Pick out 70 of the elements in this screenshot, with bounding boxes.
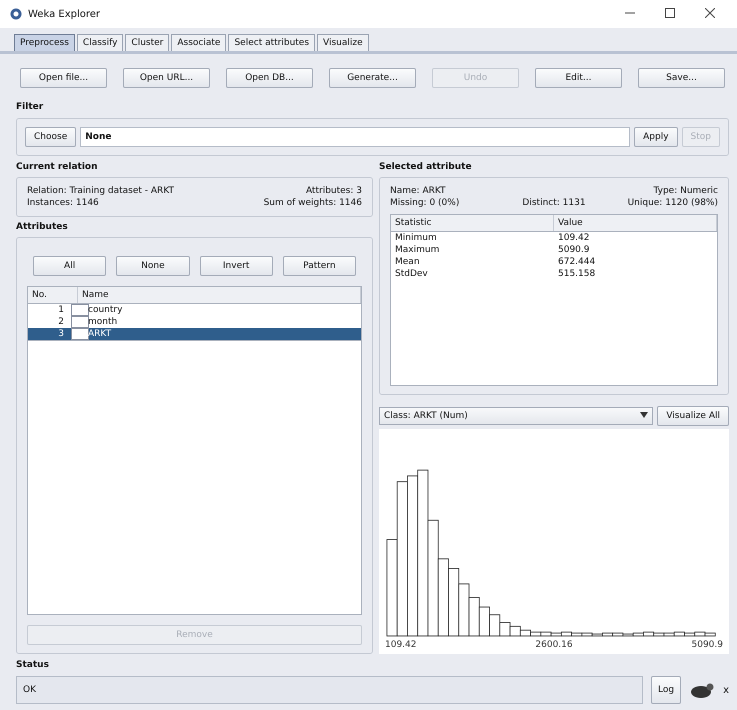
table-cell-text: month xyxy=(87,316,118,328)
column-header: Statistic xyxy=(391,215,554,231)
choose-button[interactable]: Choose xyxy=(25,127,76,147)
table-cell-text: ARKT xyxy=(87,328,112,340)
toolbar-button[interactable]: Open file... xyxy=(20,68,107,88)
tab[interactable]: Preprocess xyxy=(14,34,75,51)
info-text: Attributes: 3 xyxy=(304,186,362,196)
column-header: Value xyxy=(554,215,717,231)
toolbar-button[interactable]: Open URL... xyxy=(123,68,210,88)
section-heading: Current relation xyxy=(16,161,99,174)
tab[interactable]: Associate xyxy=(171,34,226,51)
table-cell-text: 515.158 xyxy=(557,268,596,280)
window-title: Weka Explorer xyxy=(28,8,100,20)
attribute-button[interactable]: All xyxy=(33,256,106,276)
attribute-button[interactable]: Pattern xyxy=(282,256,356,276)
info-text: Type: Numeric xyxy=(652,186,718,196)
info-text: Instances: 1146 xyxy=(27,198,100,208)
table-cell-text: 5090.9 xyxy=(557,244,590,256)
attribute-button[interactable]: None xyxy=(116,256,190,276)
status-text: OK xyxy=(16,676,643,704)
info-text: Unique: 1120 (98%) xyxy=(626,198,718,208)
section-heading: Selected attribute xyxy=(379,161,473,174)
info-text: Sum of weights: 1146 xyxy=(264,198,362,208)
class-dropdown[interactable]: Class: ARKT (Num) xyxy=(379,407,654,425)
column-header: Name xyxy=(78,287,361,303)
table-cell-text: Maximum xyxy=(394,244,440,256)
toolbar-button[interactable]: Open DB... xyxy=(226,68,313,88)
log-button[interactable]: Log xyxy=(651,676,682,704)
table-cell-text: 1 xyxy=(57,304,65,316)
column-header: No. xyxy=(28,287,78,303)
table-cell-text: 2 xyxy=(57,316,65,328)
table-cell-text: 3 xyxy=(57,328,65,340)
toolbar-button[interactable]: Save... xyxy=(638,68,725,88)
table-cell-text: 672.444 xyxy=(557,256,596,268)
visualize-all-button[interactable]: Visualize All xyxy=(657,406,729,426)
tab[interactable]: Select attributes xyxy=(228,34,316,51)
section-heading: Status xyxy=(16,659,50,672)
checkbox[interactable] xyxy=(71,316,89,328)
table-cell-text: Minimum xyxy=(394,232,438,244)
tab[interactable]: Classify xyxy=(76,34,124,51)
histogram-bar xyxy=(458,584,470,636)
apply-button[interactable]: Apply xyxy=(634,127,678,147)
checkbox[interactable] xyxy=(71,304,89,316)
histogram-bar xyxy=(448,568,460,636)
attribute-button[interactable]: Invert xyxy=(200,256,273,276)
tab[interactable]: Visualize xyxy=(317,34,369,51)
section-heading: Filter xyxy=(16,101,44,114)
axis-label: 2600.16 xyxy=(535,640,573,650)
checkbox[interactable] xyxy=(71,328,89,340)
toolbar-button[interactable]: Edit... xyxy=(535,68,622,88)
table-cell-text: country xyxy=(87,304,124,316)
attribute-row[interactable]: 1 country xyxy=(28,304,361,316)
filter-field[interactable]: None xyxy=(80,127,630,147)
histogram-bar xyxy=(468,597,480,636)
attribute-row[interactable]: 3 ARKT xyxy=(28,328,361,340)
attribute-row[interactable]: 2 month xyxy=(28,316,361,328)
info-text: Missing: 0 (0%) xyxy=(390,198,460,208)
info-text: Relation: Training dataset - ARKT xyxy=(27,186,176,196)
tab[interactable]: Cluster xyxy=(125,34,170,51)
table-cell-text: StdDev xyxy=(394,268,429,280)
axis-label: 5090.9 xyxy=(692,640,723,650)
section-heading: Attributes xyxy=(16,221,69,234)
table-cell-text: Mean xyxy=(394,256,421,268)
histogram-bar xyxy=(478,606,490,636)
info-text: Name: ARKT xyxy=(390,186,447,196)
table-cell-text: 109.42 xyxy=(557,232,590,244)
axis-label: 109.42 xyxy=(385,640,416,650)
toolbar-button[interactable]: Generate... xyxy=(329,68,416,88)
info-text: Distinct: 1131 xyxy=(521,198,587,208)
task-count: x xyxy=(723,684,729,696)
